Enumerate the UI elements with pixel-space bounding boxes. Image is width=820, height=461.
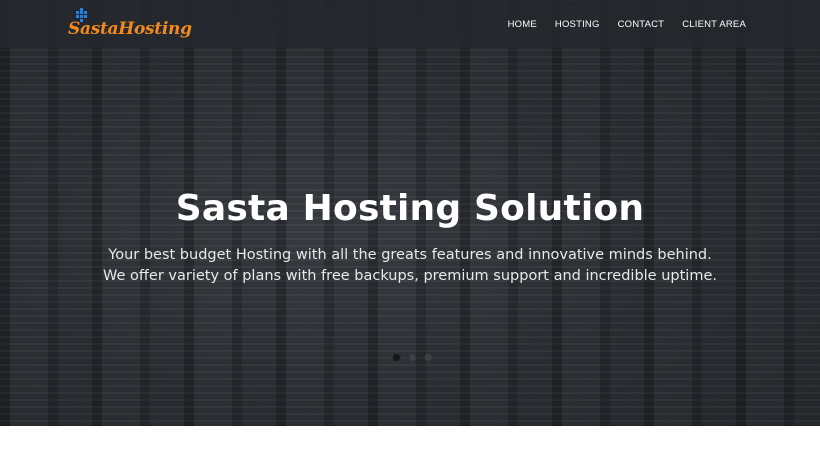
logo-link[interactable]: SastaHosting <box>68 8 192 42</box>
navbar: SastaHosting HOME HOSTING CONTACT CLIENT… <box>0 0 820 48</box>
hero-subtitle: Your best budget Hosting with all the gr… <box>40 245 780 287</box>
hero-title: Sasta Hosting Solution <box>175 188 645 230</box>
slider-dot-3[interactable] <box>424 353 433 362</box>
nav-contact[interactable]: CONTACT <box>618 19 665 30</box>
slider-dot-2[interactable] <box>408 353 417 362</box>
main-nav: HOME HOSTING CONTACT CLIENT AREA <box>508 0 746 48</box>
page: SastaHosting HOME HOSTING CONTACT CLIENT… <box>0 0 820 461</box>
hero-subtitle-line-2: We offer variety of plans with free back… <box>103 267 717 284</box>
nav-hosting[interactable]: HOSTING <box>555 19 600 30</box>
nav-home[interactable]: HOME <box>508 19 537 30</box>
logo-text: SastaHosting <box>68 19 192 39</box>
hero-section: SastaHosting HOME HOSTING CONTACT CLIENT… <box>0 0 820 426</box>
slider-dots <box>392 353 433 362</box>
content-area <box>0 426 820 461</box>
slider-dot-1[interactable] <box>392 353 401 362</box>
hero-subtitle-line-1: Your best budget Hosting with all the gr… <box>108 246 712 263</box>
nav-client-area[interactable]: CLIENT AREA <box>682 19 746 30</box>
